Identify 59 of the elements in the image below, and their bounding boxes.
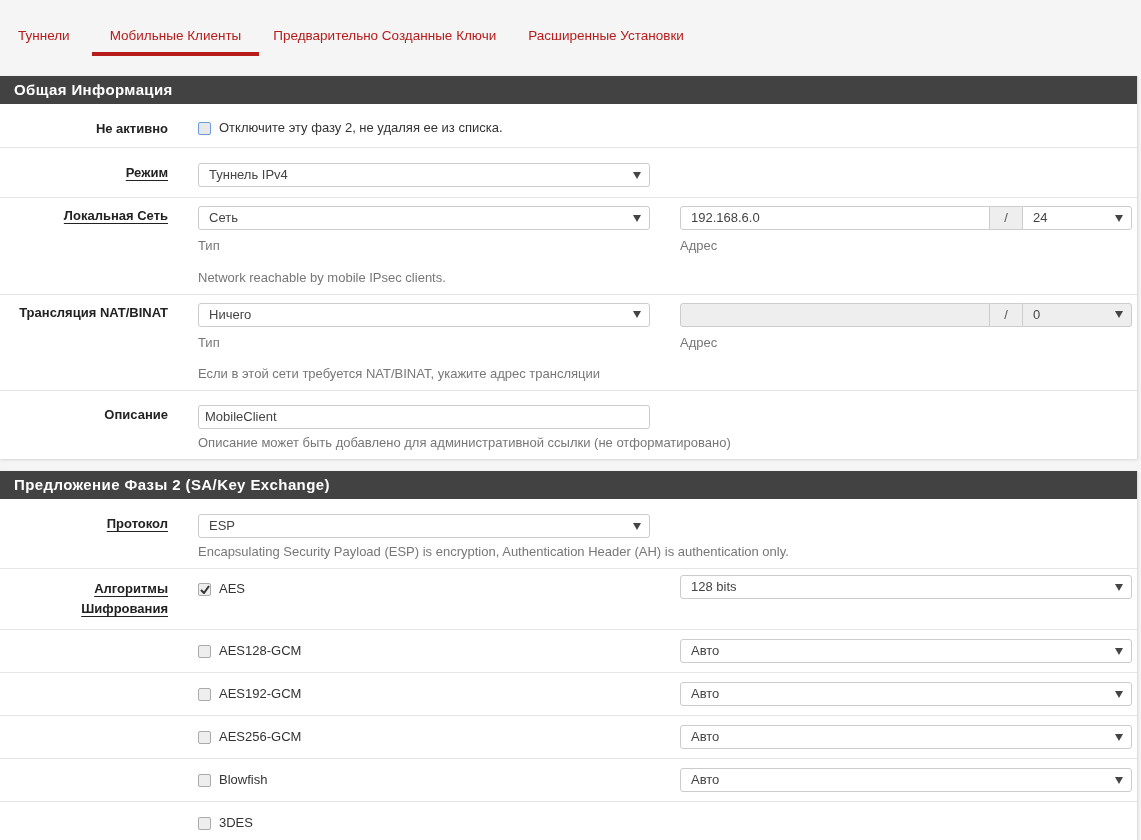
checkbox-label: Отключите эту фазу 2, не удаляя ее из списка. [219, 119, 503, 138]
caret-icon [633, 171, 641, 179]
field-caption: Тип [198, 333, 221, 352]
help-text: Network reachable by mobile IPsec clients. [198, 269, 446, 286]
help-text: Encapsulating Security Payload (ESP) is encryption, Authentication Header (AH) is authentication only. [198, 544, 789, 560]
key-length-select[interactable]: 128 bits [680, 575, 1132, 599]
field-caption: Тип [198, 237, 221, 255]
field-label-link[interactable]: Алгоритмы Шифрования [58, 579, 168, 619]
caret-icon [1115, 214, 1123, 222]
help-text: Описание может быть добавлено для административной ссылки (не отформатировано) [198, 435, 731, 451]
checkbox[interactable] [198, 730, 211, 744]
checkbox[interactable] [198, 687, 211, 701]
caret-icon [1115, 690, 1123, 698]
slash-addon: / [990, 302, 1022, 327]
caret-icon [633, 311, 641, 318]
checkbox-label: AES192-GCM [219, 685, 302, 704]
tab[interactable]: Мобильные Клиенты [91, 20, 260, 56]
field-label-link[interactable]: Режим [125, 163, 168, 187]
checkbox-label: AES [219, 580, 245, 599]
caret-icon [633, 522, 641, 530]
select-dropdown[interactable]: Туннель IPv4 [198, 163, 650, 187]
field-label: Описание [104, 406, 168, 424]
key-length-select[interactable]: Авто [680, 639, 1132, 663]
caret-icon [1115, 583, 1123, 591]
help-text: Если в этой сети требуется NAT/BINAT, укажите адрес трансляции [198, 366, 601, 382]
panel-header: Предложение Фазы 2 (SA/Key Exchange) [0, 471, 1137, 499]
key-length-select[interactable]: Авто [680, 682, 1132, 706]
field-label: Не активно [95, 120, 168, 138]
checkbox[interactable] [198, 121, 211, 135]
key-length-select[interactable]: Авто [680, 725, 1132, 749]
checkbox-label: AES128-GCM [219, 642, 302, 661]
tab[interactable]: Предварительно Созданные Ключи [263, 20, 507, 56]
mask-select[interactable]: 24 [1022, 206, 1132, 230]
checkbox-label: AES256-GCM [219, 728, 302, 747]
text-field[interactable]: MobileClient [198, 405, 650, 429]
field-label-link[interactable]: Локальная Сеть [63, 206, 168, 286]
caret-icon [1115, 733, 1123, 741]
field-caption: Адрес [680, 237, 719, 255]
checkbox[interactable] [198, 582, 211, 596]
field-label: Трансляция NAT/BINAT [19, 303, 168, 322]
checkbox[interactable] [198, 773, 211, 787]
select-dropdown[interactable]: Сеть [198, 206, 650, 230]
field-label-link[interactable]: Протокол [106, 514, 168, 560]
caret-icon [633, 214, 641, 222]
checkbox-label: 3DES [219, 814, 253, 833]
key-length-select[interactable]: Авто [680, 768, 1132, 792]
tab[interactable]: Расширенные Установки [518, 20, 694, 56]
field-caption: Адрес [680, 333, 719, 352]
tab[interactable]: Туннели [8, 20, 80, 56]
checkbox-label: Blowfish [219, 771, 268, 790]
slash-addon: / [990, 206, 1022, 230]
checkbox[interactable] [198, 816, 211, 830]
checkbox[interactable] [198, 644, 211, 658]
panel-header: Общая Информация [0, 76, 1137, 104]
caret-icon [1115, 647, 1123, 655]
address-field[interactable]: 192.168.6.0 [680, 206, 990, 230]
caret-icon [1115, 776, 1123, 784]
caret-icon [1115, 311, 1123, 318]
select-dropdown[interactable]: ESP [198, 514, 650, 538]
